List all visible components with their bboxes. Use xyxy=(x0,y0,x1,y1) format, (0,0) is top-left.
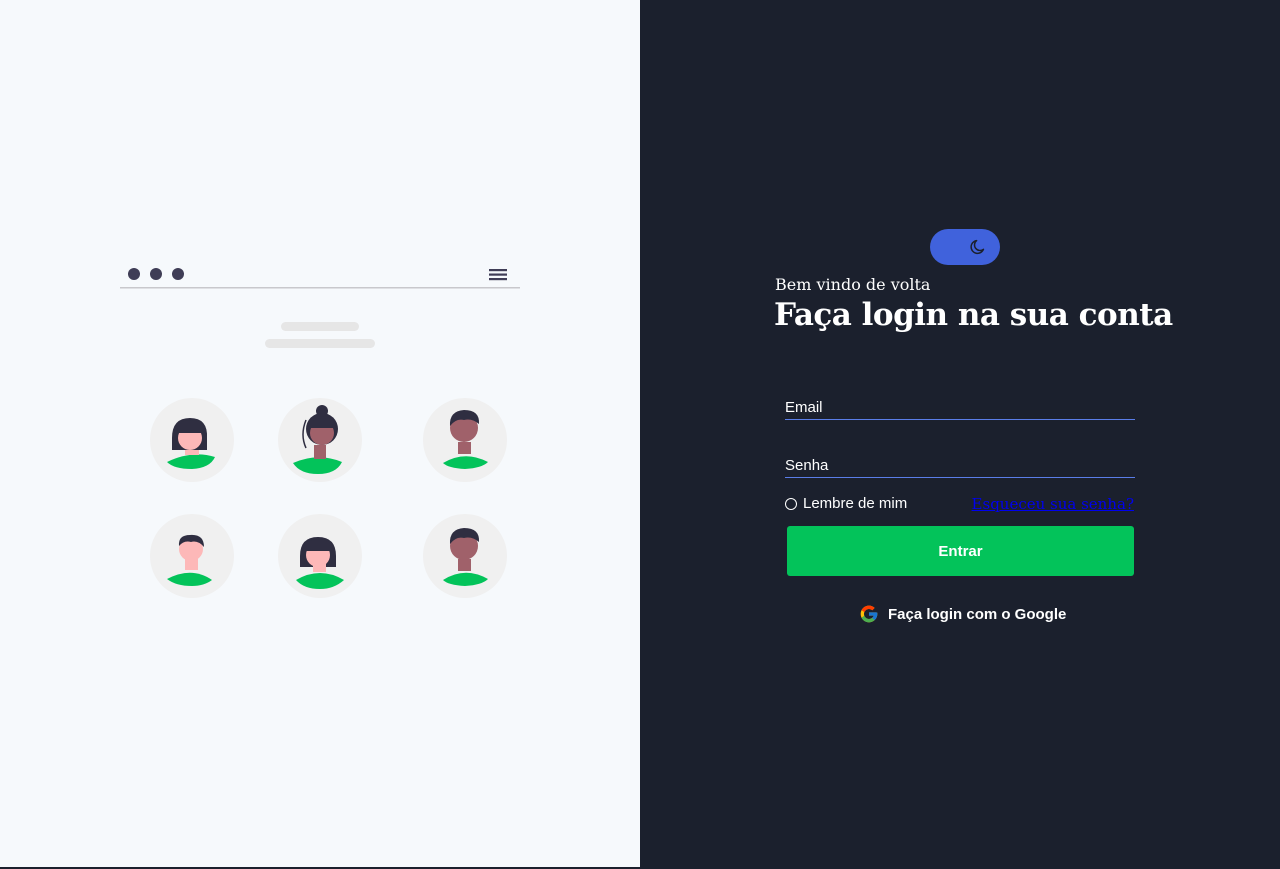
remember-me-radio[interactable] xyxy=(785,497,797,510)
google-icon xyxy=(860,605,878,623)
google-login-label: Faça login com o Google xyxy=(888,605,1067,623)
avatar-icon xyxy=(423,514,507,598)
avatar-icon xyxy=(278,514,362,598)
login-panel: Bem vindo de volta Faça login na sua con… xyxy=(640,0,1280,869)
avatar-icon xyxy=(150,514,234,598)
browser-window-icon xyxy=(120,268,520,348)
profiles-illustration xyxy=(120,268,520,598)
remember-me-label: Lembre de mim xyxy=(803,495,908,512)
welcome-text: Bem vindo de volta xyxy=(775,275,931,294)
login-button[interactable]: Entrar xyxy=(787,526,1134,576)
avatar-icon xyxy=(150,398,234,482)
avatar-icon xyxy=(278,398,362,482)
illustration-panel xyxy=(0,0,640,869)
google-login-button[interactable]: Faça login com o Google xyxy=(859,602,1066,626)
moon-icon xyxy=(970,239,985,255)
password-field[interactable] xyxy=(785,453,1135,478)
page-title: Faça login na sua conta xyxy=(774,297,1173,333)
login-page: Bem vindo de volta Faça login na sua con… xyxy=(0,0,1280,869)
remember-me-checkbox[interactable]: Lembre de mim xyxy=(785,495,907,512)
avatar-icon xyxy=(423,398,507,482)
theme-toggle[interactable] xyxy=(930,229,1000,265)
forgot-password-link[interactable]: Esqueceu sua senha? xyxy=(972,495,1134,513)
email-field[interactable] xyxy=(785,395,1135,420)
